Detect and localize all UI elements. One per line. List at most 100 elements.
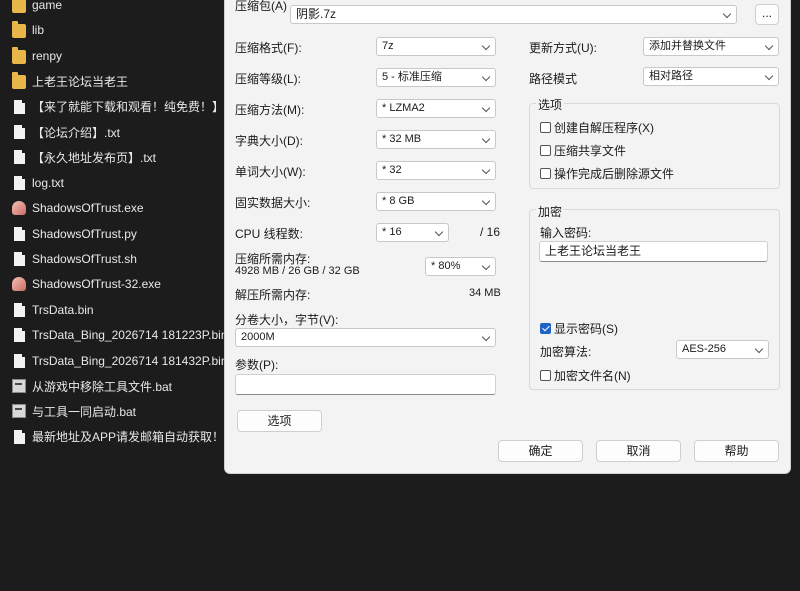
file-item[interactable]: game: [12, 0, 224, 15]
folder-icon: [12, 0, 26, 13]
dict-combo[interactable]: * 32 MB: [376, 130, 496, 149]
file-item[interactable]: 【永久地址发布页】.txt: [12, 147, 224, 167]
format-value: 7z: [382, 40, 394, 52]
algo-combo[interactable]: AES-256: [676, 340, 769, 359]
file-item[interactable]: log.txt: [12, 173, 224, 193]
chevron-down-icon: [481, 261, 491, 271]
file-item[interactable]: 与工具一同启动.bat: [12, 401, 224, 421]
ok-button[interactable]: 确定: [498, 440, 583, 462]
path-value: 相对路径: [649, 70, 693, 82]
file-item[interactable]: renpy: [12, 46, 224, 66]
file-name: ShadowsOfTrust-32.exe: [32, 277, 161, 292]
file-item[interactable]: lib: [12, 20, 224, 40]
checkbox-icon: [540, 122, 551, 133]
sfx-checkbox[interactable]: 创建自解压程序(X): [540, 119, 654, 136]
file-item[interactable]: 从游戏中移除工具文件.bat: [12, 376, 224, 396]
file-item[interactable]: TrsData_Bing_2026714 181223P.bin: [12, 325, 224, 345]
file-name: 上老王论坛当老王: [32, 74, 129, 89]
split-combo[interactable]: 2000M: [235, 328, 496, 347]
file-name: ShadowsOfTrust.sh: [32, 252, 137, 266]
file-name: 最新地址及APP请发邮箱自动获取！！！: [32, 430, 224, 445]
file-item[interactable]: ShadowsOfTrust-32.exe: [12, 274, 224, 294]
solid-combo[interactable]: * 8 GB: [376, 192, 496, 211]
format-label: 压缩格式(F):: [235, 41, 302, 55]
bat-file-icon: [12, 379, 26, 393]
text-file-icon: [14, 429, 25, 444]
word-combo[interactable]: * 32: [376, 161, 496, 180]
cpu-combo[interactable]: * 16: [376, 223, 449, 242]
exe-icon: [12, 277, 26, 292]
file-item[interactable]: ShadowsOfTrust.py: [12, 224, 224, 244]
encrypt-names-checkbox[interactable]: 加密文件名(N): [540, 367, 631, 384]
options-group-title: 选项: [536, 96, 565, 113]
options-button[interactable]: 选项: [237, 410, 322, 432]
checkbox-icon: [540, 145, 551, 156]
method-combo[interactable]: * LZMA2: [376, 99, 496, 118]
file-item[interactable]: 【论坛介绍】.txt: [12, 122, 224, 142]
params-input[interactable]: [235, 374, 496, 395]
show-password-checkbox[interactable]: 显示密码(S): [540, 320, 618, 337]
show-password-label: 显示密码(S): [554, 322, 618, 336]
file-name: TrsData.bin: [32, 302, 94, 317]
help-button[interactable]: 帮助: [694, 440, 779, 462]
chevron-down-icon: [764, 71, 774, 81]
update-label: 更新方式(U):: [529, 41, 597, 55]
file-name: 与工具一同启动.bat: [32, 404, 137, 419]
mem-decomp-label: 解压所需内存:: [235, 288, 311, 302]
chevron-down-icon: [481, 332, 491, 342]
file-item[interactable]: ShadowsOfTrust.sh: [12, 249, 224, 269]
chevron-down-icon: [754, 344, 764, 354]
archive-name-value: 阴影.7z: [296, 7, 337, 21]
path-combo[interactable]: 相对路径: [643, 67, 779, 86]
file-name: ShadowsOfTrust.py: [32, 226, 137, 241]
file-item[interactable]: TrsData.bin: [12, 300, 224, 320]
mem-decomp-value: 34 MB: [469, 287, 501, 299]
text-file-icon: [14, 226, 25, 241]
delete-after-checkbox[interactable]: 操作完成后删除源文件: [540, 165, 674, 182]
method-value: * LZMA2: [382, 102, 425, 114]
text-file-icon: [14, 353, 25, 368]
word-value: * 32: [382, 164, 402, 176]
mem-percent-value: * 80%: [431, 260, 461, 272]
update-value: 添加并替换文件: [649, 40, 726, 52]
mem-percent-combo[interactable]: * 80%: [425, 257, 496, 276]
level-combo[interactable]: 5 - 标准压缩: [376, 68, 496, 87]
file-name: TrsData_Bing_2026714 181432P.bin: [32, 353, 224, 368]
bat-file-icon: [12, 404, 26, 419]
file-name: log.txt: [32, 175, 65, 190]
text-file-icon: [14, 252, 25, 266]
chevron-down-icon: [481, 103, 491, 113]
archive-name-combo[interactable]: 阴影.7z: [290, 5, 737, 24]
text-file-icon: [14, 175, 25, 190]
file-item[interactable]: 上老王论坛当老王: [12, 71, 224, 91]
folder-icon: [12, 21, 26, 39]
word-label: 单词大小(W):: [235, 165, 306, 179]
format-combo[interactable]: 7z: [376, 37, 496, 56]
cancel-button[interactable]: 取消: [596, 440, 681, 462]
text-file-icon: [14, 125, 25, 139]
checkbox-icon: [540, 323, 551, 334]
dict-label: 字典大小(D):: [235, 134, 303, 148]
file-item[interactable]: ShadowsOfTrust.exe: [12, 198, 224, 218]
chevron-down-icon: [481, 196, 491, 206]
algo-label: 加密算法:: [540, 345, 592, 359]
file-name: game: [32, 0, 63, 12]
chevron-down-icon: [434, 227, 444, 237]
chevron-down-icon: [481, 72, 491, 82]
file-item[interactable]: 【来了就能下载和观看！纯免费！】.txt: [12, 97, 224, 117]
encryption-group-title: 加密: [536, 203, 565, 220]
sfx-label: 创建自解压程序(X): [554, 121, 654, 135]
algo-value: AES-256: [682, 343, 727, 355]
dict-value: * 32 MB: [382, 133, 422, 145]
file-item[interactable]: TrsData_Bing_2026714 181432P.bin: [12, 351, 224, 371]
add-to-archive-dialog: 压缩包(A) 阴影.7z ... 压缩格式(F): 7z 压缩等级(L): 5 …: [224, 0, 791, 474]
file-item[interactable]: 最新地址及APP请发邮箱自动获取！！！: [12, 427, 224, 447]
method-label: 压缩方法(M):: [235, 103, 305, 117]
file-name: renpy: [32, 48, 63, 63]
params-label: 参数(P):: [235, 358, 279, 372]
delete-label: 操作完成后删除源文件: [554, 167, 675, 181]
browse-button[interactable]: ...: [755, 4, 779, 25]
shared-checkbox[interactable]: 压缩共享文件: [540, 142, 626, 159]
password-input[interactable]: 上老王论坛当老王: [539, 241, 768, 262]
update-combo[interactable]: 添加并替换文件: [643, 37, 779, 56]
